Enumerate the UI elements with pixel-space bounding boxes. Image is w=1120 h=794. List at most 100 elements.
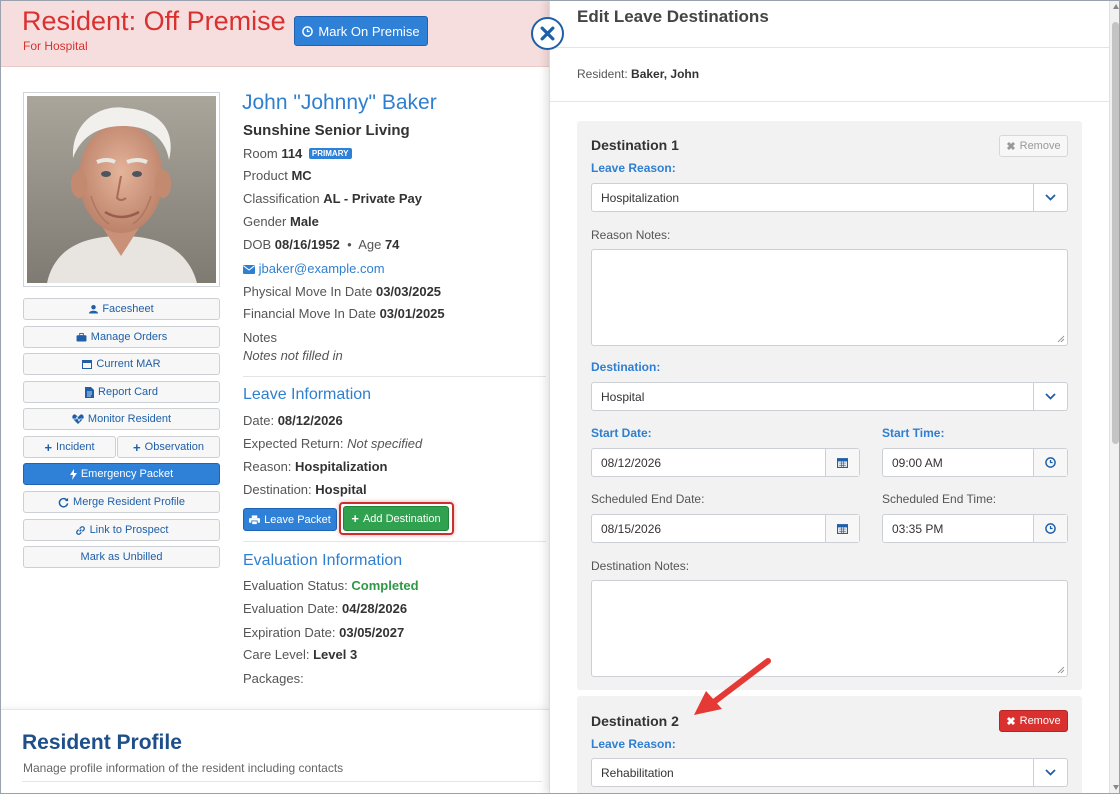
leave-reason-value: Hospitalization — [295, 459, 388, 474]
facility-name: Sunshine Senior Living — [243, 122, 410, 139]
leave-date-value: 08/12/2026 — [277, 413, 343, 428]
expected-return-label: Expected Return: — [243, 436, 344, 451]
add-destination-button[interactable]: + Add Destination — [343, 506, 449, 531]
chevron-down-icon — [1033, 184, 1067, 211]
destination-card: Destination 1 ✖ Remove Leave Reason: Hos… — [577, 121, 1082, 690]
financial-move-in-row: Financial Move In Date 03/01/2025 — [243, 306, 445, 321]
close-panel-button[interactable] — [531, 17, 564, 50]
gender-label: Gender — [243, 214, 287, 229]
classification-row: Classification AL - Private Pay — [243, 191, 422, 206]
mark-as-unbilled-button[interactable]: Mark as Unbilled — [23, 546, 220, 568]
edit-leave-destinations-panel: Edit Leave Destinations Resident: Baker,… — [549, 0, 1120, 794]
x-icon: ✖ — [1006, 140, 1016, 153]
expiration-date-value: 03/05/2027 — [339, 625, 405, 640]
leave-reason-select[interactable]: Rehabilitation — [591, 758, 1068, 787]
observation-button[interactable]: + Observation — [117, 436, 220, 458]
leave-destination-label: Destination: — [243, 482, 312, 497]
classification-value: AL - Private Pay — [323, 191, 422, 206]
destination-label: Destination: — [591, 360, 661, 374]
leave-reason-label: Leave Reason: — [591, 161, 676, 175]
scheduled-end-time-input[interactable]: 03:35 PM — [882, 514, 1068, 543]
destination-select[interactable]: Hospital — [591, 382, 1068, 411]
evaluation-status-row: Evaluation Status: Completed — [243, 578, 419, 593]
expiration-date-row: Expiration Date: 03/05/2027 — [243, 625, 404, 640]
red-arrow-icon — [694, 658, 771, 715]
divider — [22, 781, 542, 782]
room-row: Room 114 PRIMARY — [243, 146, 352, 161]
link-to-prospect-button[interactable]: Link to Prospect — [23, 519, 220, 541]
leave-destination-row: Destination: Hospital — [243, 482, 367, 497]
scroll-up-icon[interactable] — [1113, 4, 1119, 9]
packages-label: Packages: — [243, 671, 304, 686]
care-level-row: Care Level: Level 3 — [243, 647, 357, 662]
dob-label: DOB — [243, 237, 272, 252]
start-time-label: Start Time: — [882, 426, 945, 440]
remove-destination-button[interactable]: ✖ Remove — [999, 710, 1068, 732]
remove-label: Remove — [1019, 140, 1061, 152]
close-circle-icon — [540, 26, 555, 41]
evaluation-date-value: 04/28/2026 — [342, 601, 408, 616]
destination-notes-textarea[interactable] — [591, 580, 1068, 677]
panel-scrollbar[interactable] — [1109, 0, 1120, 794]
divider — [550, 47, 1110, 48]
care-level-label: Care Level: — [243, 647, 310, 662]
resize-handle-icon — [1057, 335, 1065, 343]
reason-notes-textarea[interactable] — [591, 249, 1068, 346]
plus-icon: + — [133, 439, 141, 455]
remove-label: Remove — [1019, 715, 1061, 727]
calendar-icon — [82, 360, 93, 369]
scroll-down-icon[interactable] — [1113, 785, 1119, 790]
scheduled-end-date-value: 08/15/2026 — [601, 521, 662, 536]
facesheet-button[interactable]: Facesheet — [23, 298, 220, 320]
physical-move-in-label: Physical Move In Date — [243, 284, 373, 299]
clock-icon[interactable] — [1033, 515, 1067, 542]
reason-notes-label: Reason Notes: — [591, 228, 671, 242]
panel-resident-label: Resident: — [577, 67, 628, 81]
banner-subtitle: For Hospital — [23, 39, 88, 53]
leave-reason-row: Reason: Hospitalization — [243, 459, 388, 474]
report-card-label: Report Card — [98, 386, 158, 398]
panel-resident: Resident: Baker, John — [577, 67, 699, 81]
leave-reason-label: Reason: — [243, 459, 292, 474]
remove-destination-button[interactable]: ✖ Remove — [999, 135, 1068, 157]
refresh-icon — [58, 497, 69, 507]
scheduled-end-date-input[interactable]: 08/15/2026 — [591, 514, 860, 543]
monitor-resident-button[interactable]: Monitor Resident — [23, 408, 220, 430]
email-link[interactable]: jbaker@example.com — [259, 261, 385, 276]
bolt-icon — [69, 468, 77, 480]
age-value: 74 — [384, 237, 400, 252]
divider — [550, 101, 1110, 102]
destination-notes-label: Destination Notes: — [591, 559, 690, 573]
start-time-input[interactable]: 09:00 AM — [882, 448, 1068, 477]
evaluation-date-label: Evaluation Date: — [243, 601, 339, 616]
resident-profile-section: Resident Profile Manage profile informat… — [0, 709, 550, 794]
envelope-icon — [243, 265, 255, 274]
separator-dot: • — [343, 237, 356, 252]
scrollbar-thumb[interactable] — [1112, 22, 1119, 444]
manage-orders-button[interactable]: Manage Orders — [23, 326, 220, 348]
merge-resident-profile-button[interactable]: Merge Resident Profile — [23, 491, 220, 513]
leave-reason-select[interactable]: Hospitalization — [591, 183, 1068, 212]
evaluation-status-label: Evaluation Status: — [243, 578, 348, 593]
link-to-prospect-label: Link to Prospect — [89, 524, 169, 536]
emergency-packet-button[interactable]: Emergency Packet — [23, 463, 220, 485]
chevron-down-icon — [1033, 759, 1067, 786]
care-level-value: Level 3 — [313, 647, 358, 662]
document-icon — [85, 386, 95, 398]
product-label: Product — [243, 168, 288, 183]
calendar-icon[interactable] — [825, 449, 859, 476]
incident-button[interactable]: + Incident — [23, 436, 116, 458]
divider — [243, 541, 546, 542]
leave-packet-button[interactable]: Leave Packet — [243, 508, 337, 531]
report-card-button[interactable]: Report Card — [23, 381, 220, 403]
notes-value: Notes not filled in — [243, 348, 343, 363]
classification-label: Classification — [243, 191, 320, 206]
product-value: MC — [291, 168, 312, 183]
start-date-input[interactable]: 08/12/2026 — [591, 448, 860, 477]
current-mar-button[interactable]: Current MAR — [23, 353, 220, 375]
clock-icon[interactable] — [1033, 449, 1067, 476]
resident-profile-subtitle: Manage profile information of the reside… — [23, 761, 344, 775]
mark-on-premise-button[interactable]: Mark On Premise — [294, 16, 428, 46]
email-row[interactable]: jbaker@example.com — [243, 261, 385, 276]
calendar-icon[interactable] — [825, 515, 859, 542]
